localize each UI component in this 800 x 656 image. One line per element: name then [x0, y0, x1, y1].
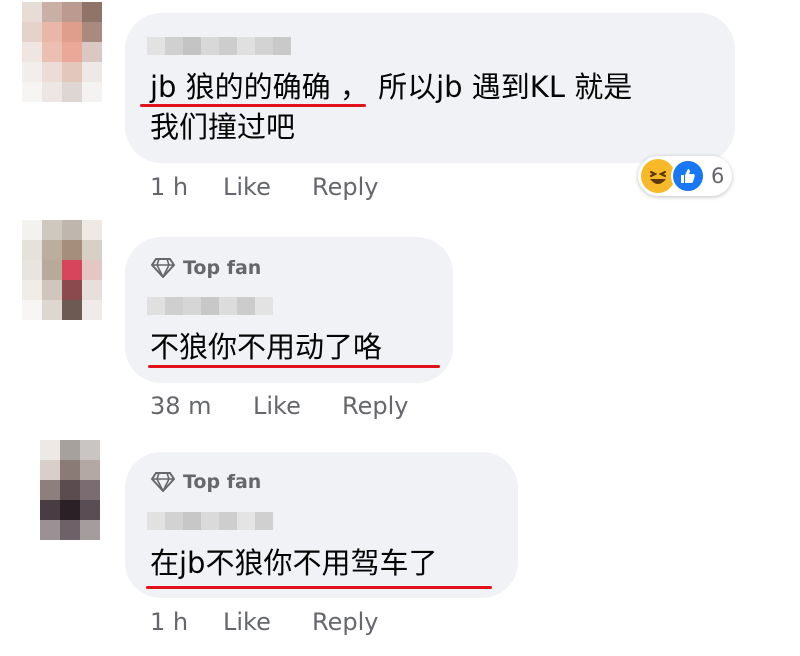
like-button[interactable]: Like — [223, 608, 271, 636]
comment-3: Top fan 在jb不狼你不用驾车了 1 h Like Reply — [0, 0, 800, 656]
top-fan-label: Top fan — [183, 471, 262, 493]
red-underline — [146, 586, 492, 589]
diamond-icon — [151, 472, 175, 492]
author-name-blurred[interactable] — [147, 512, 273, 530]
comment-text: 在jb不狼你不用驾车了 — [150, 546, 438, 580]
time-label[interactable]: 1 h — [150, 608, 188, 636]
avatar[interactable] — [40, 440, 100, 540]
top-fan-badge: Top fan — [151, 471, 261, 493]
reply-button[interactable]: Reply — [312, 608, 378, 636]
